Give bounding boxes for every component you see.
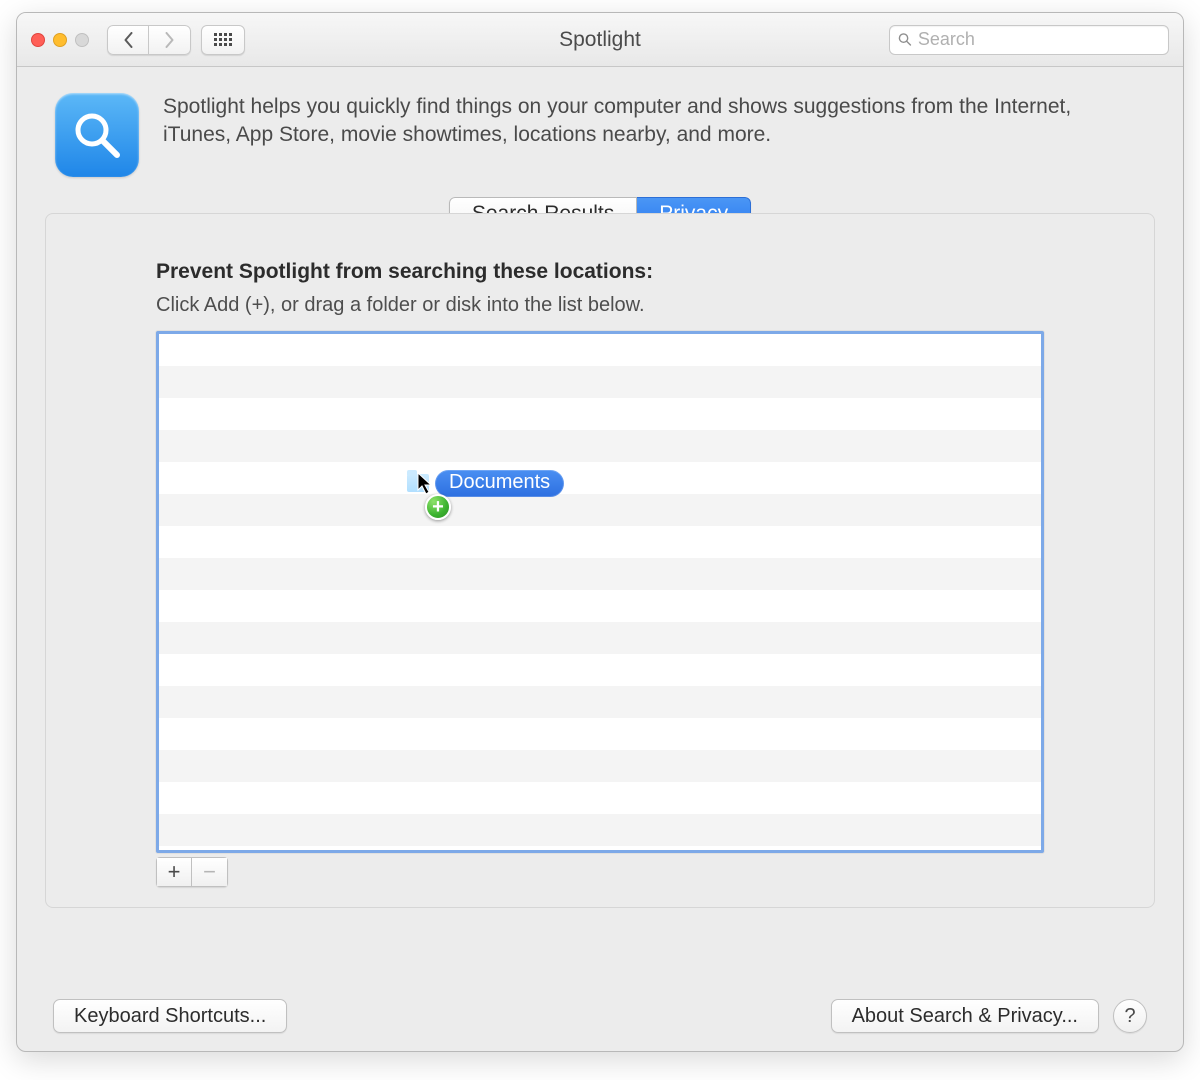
panel-subtitle: Click Add (+), or drag a folder or disk … [156,294,1044,317]
search-input[interactable] [918,29,1160,50]
zoom-window-button [75,33,89,47]
keyboard-shortcuts-button[interactable]: Keyboard Shortcuts... [53,999,287,1033]
forward-button[interactable] [149,25,191,55]
question-mark-icon: ? [1124,1005,1135,1027]
footer: Keyboard Shortcuts... About Search & Pri… [17,999,1183,1033]
listbox-wrap: Documents + [156,331,1044,853]
plus-icon: + [168,859,181,884]
back-button[interactable] [107,25,149,55]
chevron-left-icon [122,32,135,48]
chevron-right-icon [163,32,176,48]
search-wrap [889,25,1169,55]
privacy-panel: Prevent Spotlight from searching these l… [45,213,1155,908]
remove-location-button[interactable]: − [192,857,228,887]
search-icon [898,32,912,47]
magnifying-glass-icon [71,109,123,161]
panel-title: Prevent Spotlight from searching these l… [156,260,1044,284]
show-all-button[interactable] [201,25,245,55]
listbox-stripes [159,334,1041,850]
add-remove-segment: + − [156,857,228,887]
window-controls [31,33,89,47]
button-label: Keyboard Shortcuts... [74,1005,266,1027]
add-location-button[interactable]: + [156,857,192,887]
title-bar: Spotlight [17,13,1183,67]
spotlight-app-icon [55,93,139,177]
nav-buttons [107,25,191,55]
button-label: About Search & Privacy... [852,1005,1078,1027]
header-description: Spotlight helps you quickly find things … [163,93,1145,150]
spotlight-preferences-window: Spotlight Spotlight helps you quickly fi… [16,12,1184,1052]
header-area: Spotlight helps you quickly find things … [17,67,1183,195]
grid-icon [214,33,232,46]
minimize-window-button[interactable] [53,33,67,47]
search-field[interactable] [889,25,1169,55]
privacy-listbox[interactable]: Documents + [156,331,1044,853]
about-search-privacy-button[interactable]: About Search & Privacy... [831,999,1099,1033]
close-window-button[interactable] [31,33,45,47]
minus-icon: − [203,859,216,884]
help-button[interactable]: ? [1113,999,1147,1033]
